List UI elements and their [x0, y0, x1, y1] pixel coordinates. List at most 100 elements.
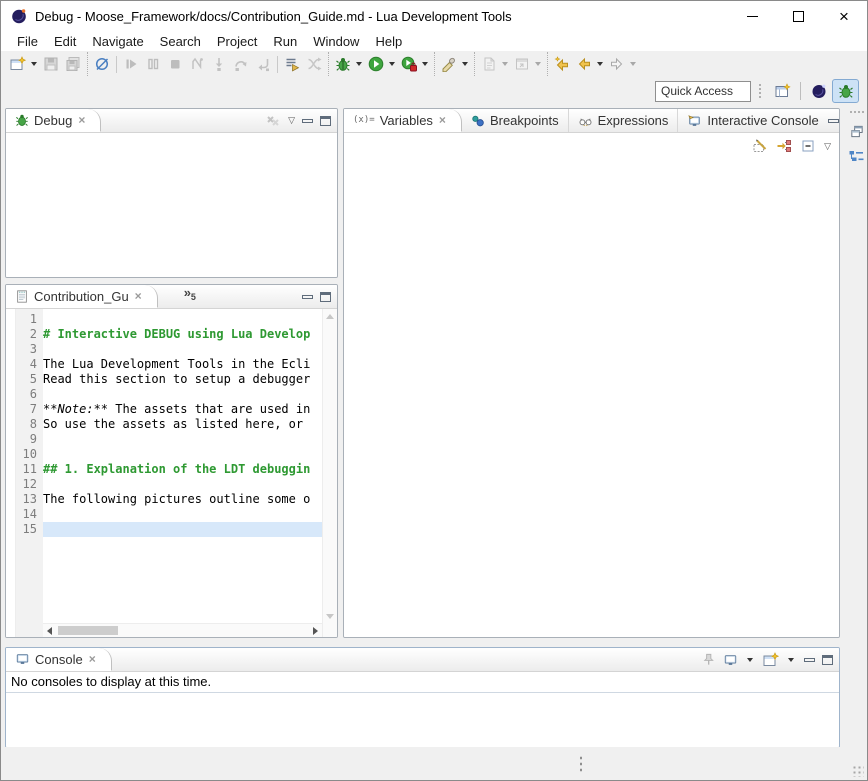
tab-breakpoints[interactable]: Breakpoints: [462, 109, 569, 132]
debug-minimize-icon[interactable]: [302, 119, 313, 123]
scroll-right-icon[interactable]: [313, 627, 318, 635]
console-maximize-icon[interactable]: [822, 655, 833, 665]
menu-project[interactable]: Project: [209, 34, 265, 49]
editor-line[interactable]: **Note:** The assets that are used in: [43, 402, 322, 417]
tab-interactive-console[interactable]: Interactive Console: [678, 109, 827, 132]
editor-gutter[interactable]: 123456789101112131415: [16, 309, 43, 637]
tab-expressions[interactable]: Expressions: [569, 109, 679, 132]
scroll-left-icon[interactable]: [47, 627, 52, 635]
line-number[interactable]: 4: [16, 357, 37, 372]
line-number[interactable]: 5: [16, 372, 37, 387]
trim-drag-handle[interactable]: [849, 110, 865, 114]
line-number[interactable]: 9: [16, 432, 37, 447]
back-icon[interactable]: [573, 53, 595, 75]
window-close-button[interactable]: [821, 1, 867, 31]
menu-search[interactable]: Search: [152, 34, 209, 49]
horizontal-scroll-thumb[interactable]: [58, 626, 118, 635]
tab-editor-contribution-guide[interactable]: Contribution_Gu: [6, 285, 158, 308]
window-resize-grip[interactable]: [852, 765, 864, 777]
skip-all-breakpoints-icon[interactable]: [91, 53, 113, 75]
line-number[interactable]: 2: [16, 327, 37, 342]
console-minimize-icon[interactable]: [804, 658, 815, 662]
open-perspective-button[interactable]: [769, 79, 796, 103]
profile-launch-icon[interactable]: [398, 53, 420, 75]
forward-dropdown-icon[interactable]: [630, 62, 636, 66]
debug-dropdown-icon[interactable]: [356, 62, 362, 66]
show-type-names-icon[interactable]: [752, 138, 768, 154]
new-file-dropdown-icon[interactable]: [502, 62, 508, 66]
debug-view-content[interactable]: [6, 133, 337, 277]
tab-console-close-icon[interactable]: [89, 653, 96, 665]
editor-line[interactable]: So use the assets as listed here, or: [43, 417, 322, 432]
run-dropdown-icon[interactable]: [389, 62, 395, 66]
editor-line[interactable]: [43, 477, 322, 492]
window-minimize-button[interactable]: [729, 1, 775, 31]
editor-vertical-scrollbar[interactable]: [322, 309, 337, 637]
toolbar-drag-handle[interactable]: [758, 83, 762, 99]
editor-horizontal-scrollbar[interactable]: [43, 623, 322, 637]
menu-navigate[interactable]: Navigate: [84, 34, 151, 49]
debug-launch-icon[interactable]: [332, 53, 354, 75]
debug-perspective-button[interactable]: [832, 79, 859, 103]
line-number[interactable]: 12: [16, 477, 37, 492]
back-dropdown-icon[interactable]: [597, 62, 603, 66]
collapse-all-icon[interactable]: [800, 138, 816, 154]
external-tools-dropdown-icon[interactable]: [462, 62, 468, 66]
menu-help[interactable]: Help: [367, 34, 410, 49]
show-logical-structure-icon[interactable]: [776, 138, 792, 154]
run-launch-icon[interactable]: [365, 53, 387, 75]
menu-file[interactable]: File: [9, 34, 46, 49]
tab-editor-close-icon[interactable]: [135, 290, 142, 302]
editor-minimize-icon[interactable]: [302, 295, 313, 299]
drop-to-frame-icon[interactable]: [281, 53, 303, 75]
line-number[interactable]: 11: [16, 462, 37, 477]
debug-maximize-icon[interactable]: [320, 116, 331, 126]
save-icon[interactable]: [40, 53, 62, 75]
outline-view-icon[interactable]: [848, 149, 865, 165]
quick-access-input[interactable]: [655, 81, 751, 102]
line-number[interactable]: 14: [16, 507, 37, 522]
line-number[interactable]: 6: [16, 387, 37, 402]
variables-view-menu-icon[interactable]: [824, 142, 831, 151]
tab-debug-close-icon[interactable]: [78, 114, 85, 126]
editor-line[interactable]: The Lua Development Tools in the Ecli: [43, 357, 322, 372]
scroll-up-icon[interactable]: [326, 314, 334, 319]
editor-line[interactable]: [43, 312, 322, 327]
editor-line[interactable]: # Interactive DEBUG using Lua Develop: [43, 327, 322, 342]
line-number[interactable]: 3: [16, 342, 37, 357]
line-number[interactable]: 10: [16, 447, 37, 462]
line-number[interactable]: 1: [16, 312, 37, 327]
console-content[interactable]: [6, 693, 839, 747]
line-number[interactable]: 7: [16, 402, 37, 417]
tab-variables-close-icon[interactable]: [439, 114, 446, 126]
editor-line[interactable]: [43, 342, 322, 357]
editor-line[interactable]: Read this section to setup a debugger: [43, 372, 322, 387]
menu-window[interactable]: Window: [305, 34, 367, 49]
editor-line[interactable]: [43, 447, 322, 462]
line-number[interactable]: 13: [16, 492, 37, 507]
tab-console[interactable]: Console: [6, 648, 112, 671]
annotation-ruler[interactable]: [6, 309, 16, 637]
display-selected-console-icon[interactable]: [723, 653, 738, 667]
editor-line[interactable]: [43, 507, 322, 522]
editor-line[interactable]: [43, 522, 322, 537]
save-all-icon[interactable]: [62, 53, 84, 75]
new-wizard-dropdown-icon[interactable]: [31, 62, 37, 66]
open-console-icon[interactable]: [763, 652, 779, 668]
editor-line[interactable]: ## 1. Explanation of the LDT debuggin: [43, 462, 322, 477]
menu-edit[interactable]: Edit: [46, 34, 84, 49]
editor-lines[interactable]: # Interactive DEBUG using Lua Develop The…: [43, 309, 322, 637]
restore-view-icon[interactable]: [849, 124, 865, 139]
scroll-down-icon[interactable]: [326, 614, 334, 619]
status-sash-handle[interactable]: [579, 755, 583, 773]
display-selected-console-dropdown-icon[interactable]: [747, 658, 753, 662]
last-edit-location-icon[interactable]: [551, 53, 573, 75]
line-number[interactable]: 8: [16, 417, 37, 432]
debug-view-menu-icon[interactable]: [288, 116, 295, 125]
tab-debug[interactable]: Debug: [6, 109, 101, 132]
external-tools-icon[interactable]: [438, 53, 460, 75]
variables-content[interactable]: [344, 159, 839, 637]
editor-maximize-icon[interactable]: [320, 292, 331, 302]
open-element-dropdown-icon[interactable]: [535, 62, 541, 66]
open-console-dropdown-icon[interactable]: [788, 658, 794, 662]
